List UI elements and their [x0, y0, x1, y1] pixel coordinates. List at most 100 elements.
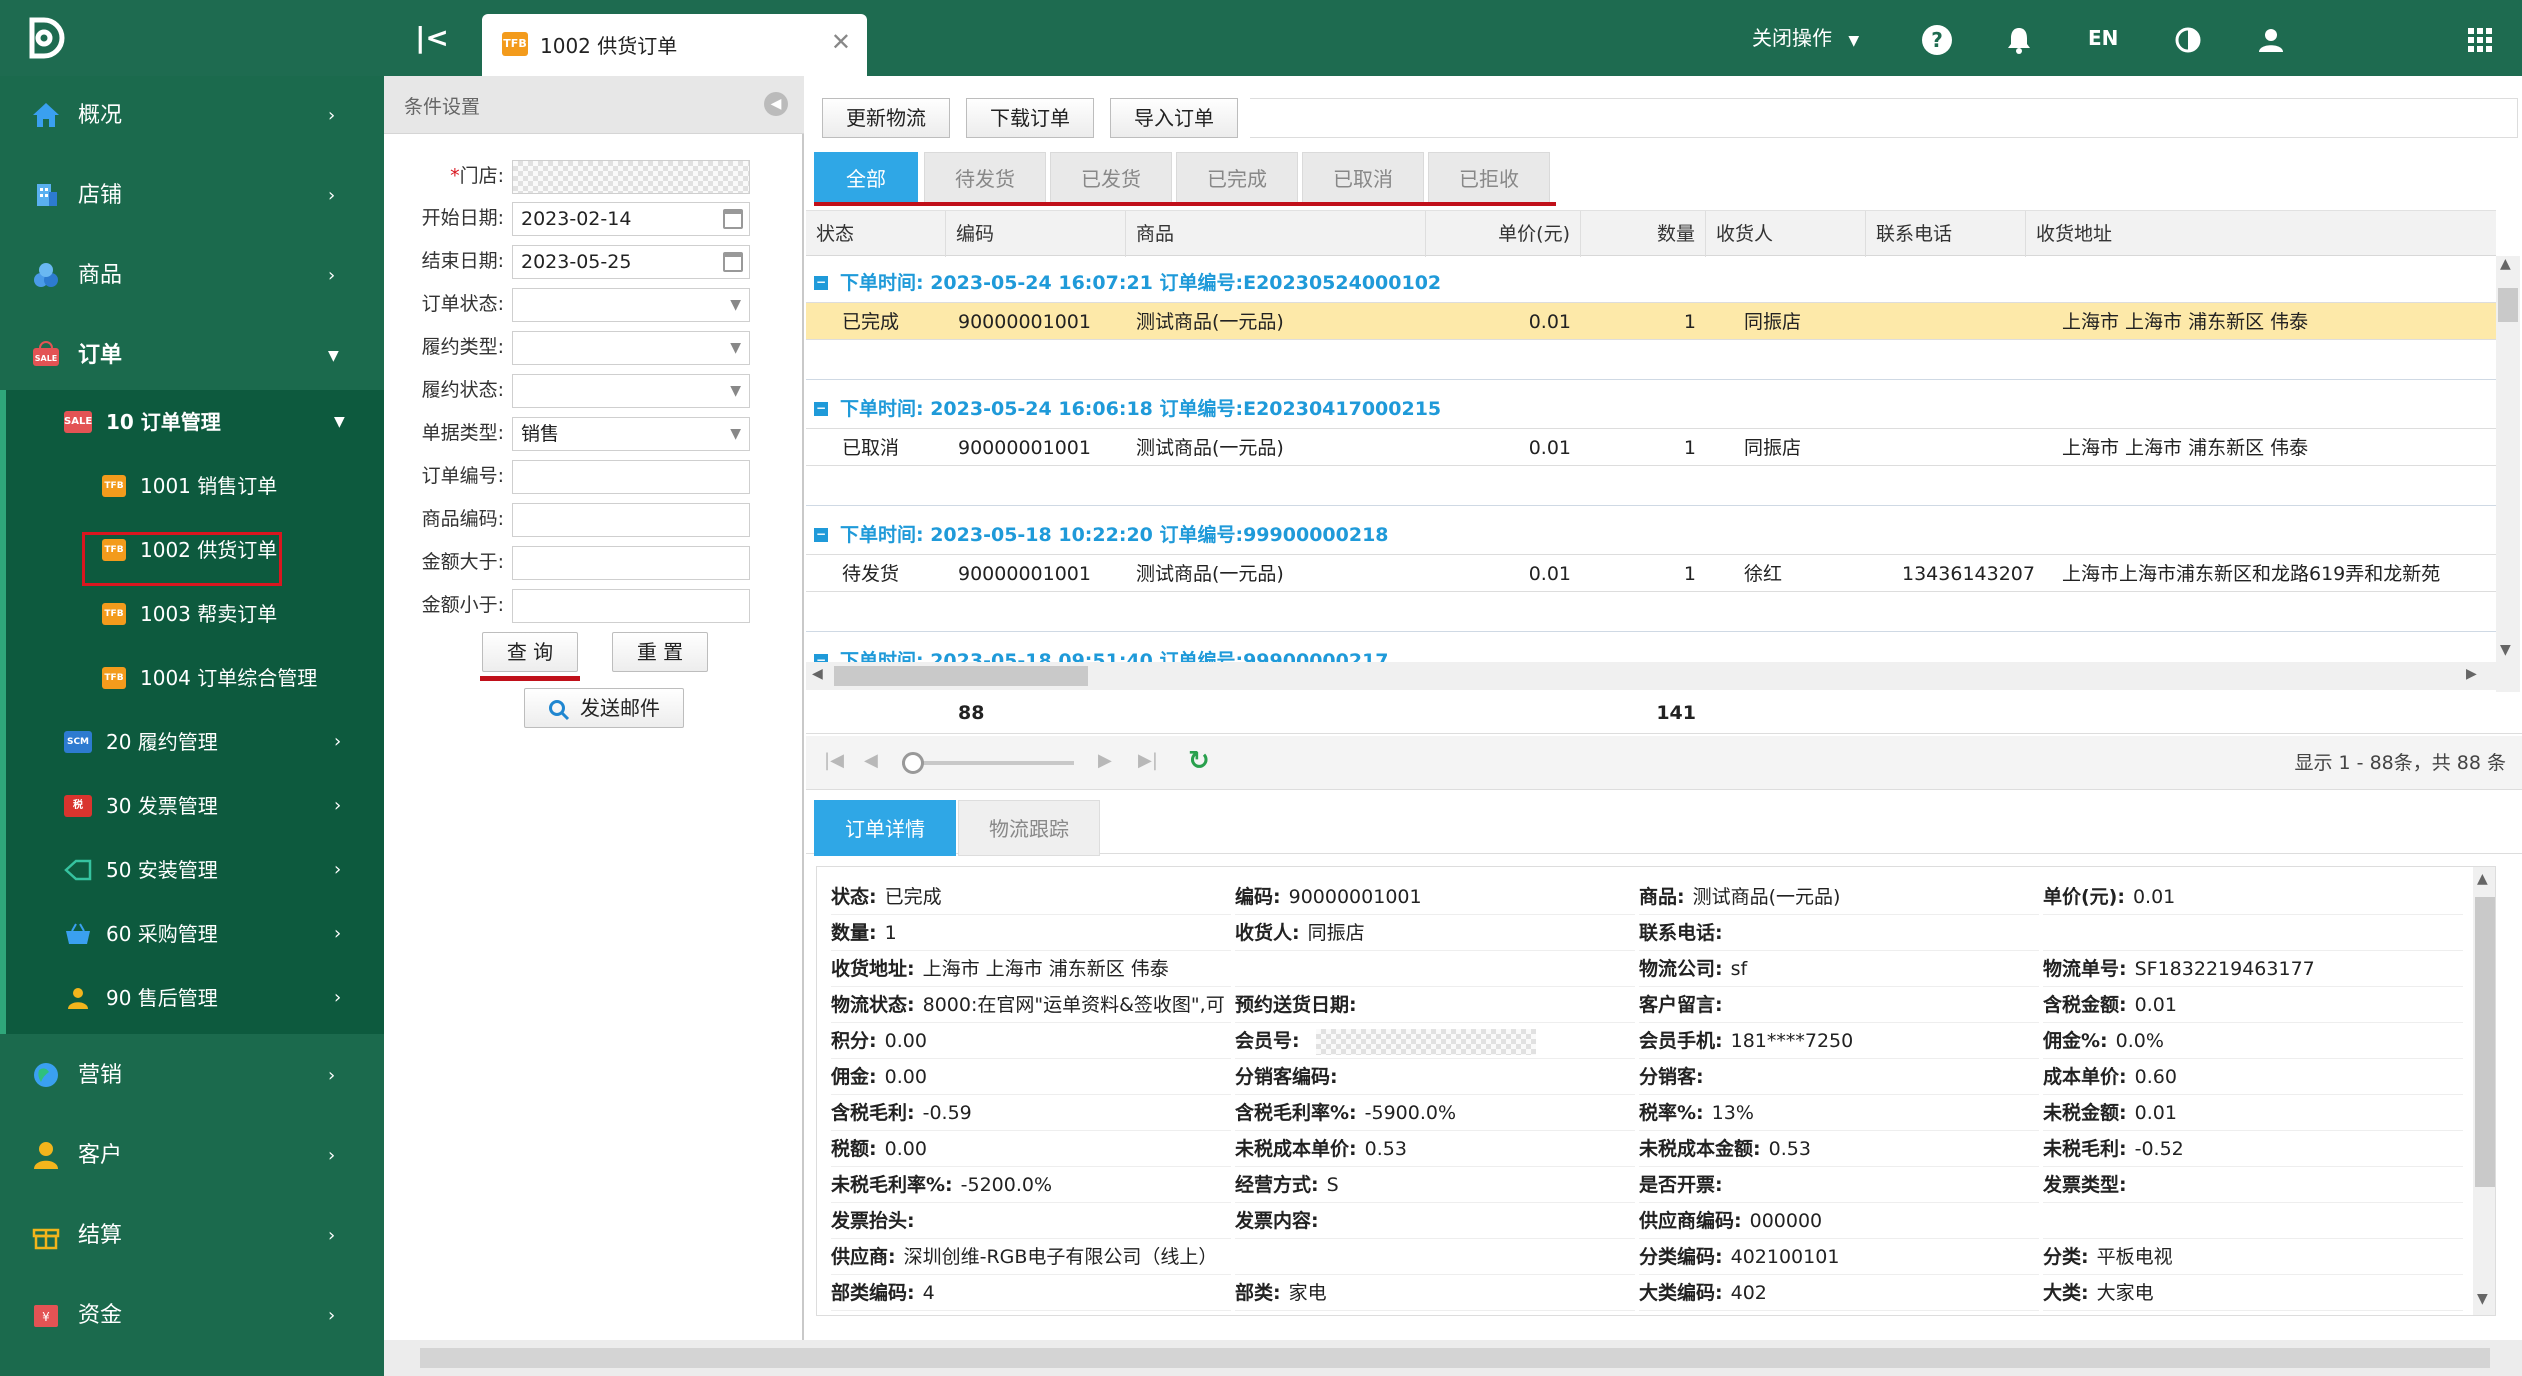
- amount-lt-input[interactable]: [512, 589, 750, 623]
- page-slider-track[interactable]: [902, 761, 1074, 765]
- app-logo-icon[interactable]: [22, 14, 70, 62]
- scroll-down-icon[interactable]: ▼: [2477, 1291, 2488, 1307]
- import-order-button[interactable]: 导入订单: [1110, 98, 1238, 138]
- scroll-right-icon[interactable]: ▶: [2466, 666, 2477, 682]
- next-page-icon[interactable]: ▶: [1098, 750, 1112, 771]
- tab-shipped[interactable]: 已发货: [1050, 152, 1172, 204]
- table-row[interactable]: 已取消 90000001001 测试商品(一元品) 0.01 1 同振店 上海市…: [806, 428, 2496, 466]
- page-slider-handle[interactable]: [902, 752, 924, 774]
- sidebar-item-order[interactable]: SALE 订单 ▼: [0, 316, 384, 396]
- start-date-row: 开始日期: 2023-02-14: [384, 198, 804, 238]
- col-code[interactable]: 编码: [946, 211, 1126, 257]
- reset-button[interactable]: 重 置: [612, 632, 708, 672]
- goods-code-input[interactable]: [512, 503, 750, 537]
- scroll-thumb[interactable]: [2475, 897, 2495, 1187]
- sidebar-item-1001-sales-order[interactable]: TFB 1001 销售订单: [6, 454, 384, 518]
- page-horizontal-scrollbar[interactable]: [384, 1340, 2522, 1376]
- tab-logistics-tracking[interactable]: 物流跟踪: [958, 800, 1100, 856]
- sidebar-item-settlement[interactable]: 结算 ›: [0, 1196, 384, 1276]
- sidebar-item-store[interactable]: 店铺 ›: [0, 156, 384, 236]
- sidebar-item-funds[interactable]: ¥ 资金 ›: [0, 1276, 384, 1328]
- sidebar-item-installation[interactable]: 50 安装管理 ›: [6, 838, 384, 902]
- tab-1002-supply-order[interactable]: TFB 1002 供货订单 ✕: [482, 14, 867, 76]
- table-horizontal-scrollbar[interactable]: ◀ ▶: [806, 662, 2496, 690]
- collapse-sidebar-icon[interactable]: |<: [412, 18, 452, 58]
- tab-all[interactable]: 全部: [814, 152, 918, 204]
- sidebar-item-order-management[interactable]: SALE 10 订单管理 ▼: [6, 390, 384, 454]
- start-date-field[interactable]: 2023-02-14: [512, 202, 750, 236]
- store-field[interactable]: [512, 160, 750, 194]
- sidebar-item-invoice[interactable]: 税 30 发票管理 ›: [6, 774, 384, 838]
- doc-type-select[interactable]: 销售 ▼: [512, 417, 750, 451]
- order-group-header[interactable]: − 下单时间: 2023-05-24 16:07:21 订单编号:E2023052…: [806, 264, 2496, 302]
- calendar-icon[interactable]: [723, 209, 743, 229]
- theme-contrast-icon[interactable]: [2174, 0, 2202, 76]
- calendar-icon[interactable]: [723, 252, 743, 272]
- close-operations-menu[interactable]: 关闭操作 ▼: [1752, 0, 1859, 76]
- order-no-input[interactable]: [512, 460, 750, 494]
- dropdown-arrow-icon: ▼: [730, 383, 741, 399]
- bell-icon[interactable]: [2006, 0, 2032, 76]
- tab-order-detail[interactable]: 订单详情: [814, 800, 956, 856]
- detail-vertical-scrollbar[interactable]: ▲ ▼: [2473, 867, 2495, 1315]
- col-receiver[interactable]: 收货人: [1706, 211, 1866, 257]
- table-row[interactable]: 已完成 90000001001 测试商品(一元品) 0.01 1 同振店 上海市…: [806, 302, 2496, 340]
- tab-rejected[interactable]: 已拒收: [1428, 152, 1550, 204]
- apps-grid-icon[interactable]: [2468, 0, 2492, 76]
- sidebar-item-1003-help-sell-order[interactable]: TFB 1003 帮卖订单: [6, 582, 384, 646]
- query-button[interactable]: 查 询: [482, 632, 578, 672]
- end-date-field[interactable]: 2023-05-25: [512, 245, 750, 279]
- sidebar-item-after-sales[interactable]: 90 售后管理 ›: [6, 966, 384, 1030]
- sidebar-item-marketing[interactable]: 营销 ›: [0, 1036, 384, 1116]
- amount-lt-label: 金额小于:: [421, 594, 504, 616]
- fulfill-status-select[interactable]: ▼: [512, 374, 750, 408]
- col-price[interactable]: 单价(元): [1426, 211, 1581, 257]
- tab-pending-ship[interactable]: 待发货: [924, 152, 1046, 204]
- user-icon[interactable]: [2258, 0, 2284, 76]
- prev-page-icon[interactable]: ◀: [864, 750, 878, 771]
- first-page-icon[interactable]: |◀: [824, 750, 844, 771]
- table-vertical-scrollbar[interactable]: ▲ ▼: [2496, 256, 2520, 692]
- scroll-thumb[interactable]: [420, 1348, 2490, 1368]
- fulfill-type-select[interactable]: ▼: [512, 331, 750, 365]
- collapse-panel-icon[interactable]: ◀: [764, 92, 788, 116]
- sidebar-item-overview[interactable]: 概况 ›: [0, 76, 384, 156]
- close-tab-icon[interactable]: ✕: [831, 28, 851, 56]
- scroll-thumb[interactable]: [834, 666, 1088, 686]
- sidebar-item-goods[interactable]: 商品 ›: [0, 236, 384, 316]
- collapse-group-icon[interactable]: −: [814, 654, 828, 662]
- table-row[interactable]: 待发货 90000001001 测试商品(一元品) 0.01 1 徐红 1343…: [806, 554, 2496, 592]
- col-goods[interactable]: 商品: [1126, 211, 1426, 257]
- language-switch[interactable]: EN: [2088, 0, 2118, 76]
- sidebar-item-purchase[interactable]: 60 采购管理 ›: [6, 902, 384, 966]
- col-address[interactable]: 收货地址: [2026, 211, 2496, 257]
- help-icon[interactable]: ?: [1922, 0, 1952, 76]
- scroll-up-icon[interactable]: ▲: [2477, 871, 2488, 887]
- col-qty[interactable]: 数量: [1581, 211, 1706, 257]
- send-email-button[interactable]: 发送邮件: [524, 688, 684, 728]
- sidebar-item-customer[interactable]: 客户 ›: [0, 1116, 384, 1196]
- scroll-up-icon[interactable]: ▲: [2500, 256, 2511, 272]
- scroll-left-icon[interactable]: ◀: [812, 666, 823, 682]
- collapse-group-icon[interactable]: −: [814, 402, 828, 416]
- col-status[interactable]: 状态: [806, 211, 946, 257]
- chevron-right-icon: ›: [334, 795, 342, 816]
- tab-completed[interactable]: 已完成: [1176, 152, 1298, 204]
- order-group-header[interactable]: − 下单时间: 2023-05-24 16:06:18 订单编号:E2023041…: [806, 390, 2496, 428]
- sidebar-item-fulfillment[interactable]: SCM 20 履约管理 ›: [6, 710, 384, 774]
- order-group-header[interactable]: − 下单时间: 2023-05-18 09:51:40 订单编号:99900000…: [806, 642, 2496, 662]
- amount-gt-input[interactable]: [512, 546, 750, 580]
- last-page-icon[interactable]: ▶|: [1138, 750, 1158, 771]
- order-status-select[interactable]: ▼: [512, 288, 750, 322]
- download-order-button[interactable]: 下载订单: [966, 98, 1094, 138]
- sidebar-item-1004-order-overview[interactable]: TFB 1004 订单综合管理: [6, 646, 384, 710]
- scroll-down-icon[interactable]: ▼: [2500, 642, 2511, 658]
- collapse-group-icon[interactable]: −: [814, 528, 828, 542]
- order-group-header[interactable]: − 下单时间: 2023-05-18 10:22:20 订单编号:99900000…: [806, 516, 2496, 554]
- tab-cancelled[interactable]: 已取消: [1302, 152, 1424, 204]
- update-logistics-button[interactable]: 更新物流: [822, 98, 950, 138]
- col-phone[interactable]: 联系电话: [1866, 211, 2026, 257]
- scroll-thumb[interactable]: [2498, 288, 2518, 322]
- collapse-group-icon[interactable]: −: [814, 276, 828, 290]
- refresh-icon[interactable]: ↻: [1188, 746, 1210, 776]
